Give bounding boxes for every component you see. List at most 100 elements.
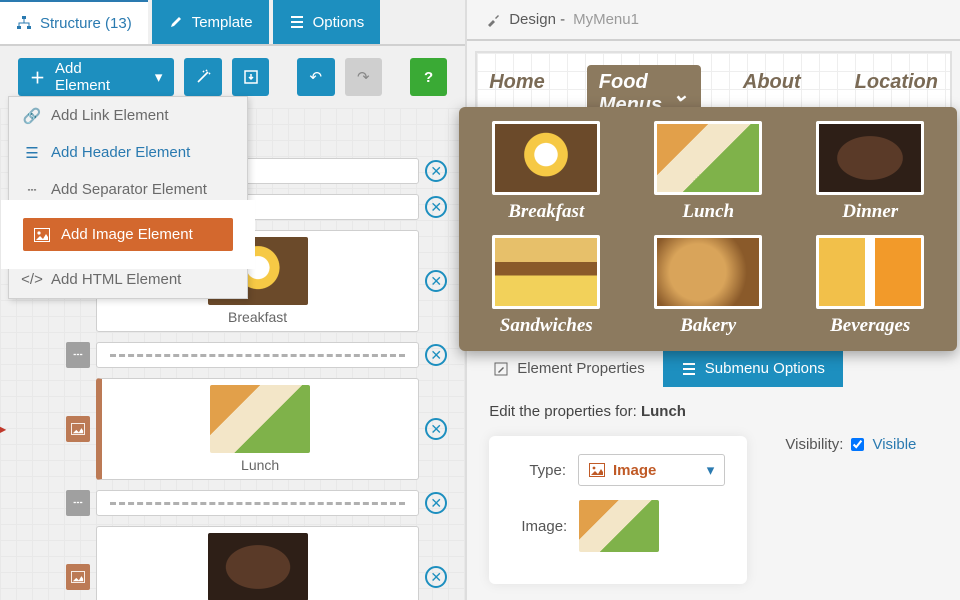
mega-caption: Dinner — [842, 201, 898, 223]
dd-add-link-label: Add Link Element — [51, 107, 169, 124]
dd-add-separator[interactable]: ┄ Add Separator Element — [9, 171, 247, 208]
left-toolbar: ＋ Add Element ▾ ↶ ↷ ? — [0, 46, 465, 108]
tab-options[interactable]: Options — [273, 0, 381, 44]
structure-row-lunch[interactable]: ▶ Lunch ✕ — [66, 378, 447, 480]
separator-type-icon: ┄ — [66, 490, 90, 516]
structure-placeholder — [229, 194, 419, 220]
properties-panel: Edit the properties for: Lunch Type: Ima… — [467, 387, 960, 600]
delete-button[interactable]: ✕ — [425, 344, 447, 366]
help-button[interactable]: ? — [410, 58, 447, 96]
delete-button[interactable]: ✕ — [425, 418, 447, 440]
tab-structure-label: Structure (13) — [40, 15, 132, 32]
mega-caption: Breakfast — [508, 201, 584, 223]
structure-card — [96, 490, 419, 516]
redo-icon: ↷ — [357, 68, 370, 86]
link-icon: 🔗 — [23, 108, 41, 124]
brush-icon — [168, 14, 184, 30]
delete-button[interactable]: ✕ — [425, 492, 447, 514]
mega-item-sandwiches[interactable]: Sandwiches — [465, 235, 627, 337]
visibility-checkbox[interactable] — [851, 438, 864, 451]
properties-lead: Edit the properties for: Lunch — [489, 403, 938, 420]
structure-label: Breakfast — [228, 309, 287, 325]
code-icon: </> — [23, 272, 41, 288]
left-panel: Structure (13) Template Options ＋ Add El… — [0, 0, 467, 600]
structure-card: Dinner — [96, 526, 419, 600]
image-label: Image: — [511, 518, 567, 535]
wand-button[interactable] — [184, 58, 221, 96]
tab-submenu-options[interactable]: Submenu Options — [663, 350, 843, 387]
properties-card: Type: Image ▾ Image: — [489, 436, 747, 584]
structure-row-separator[interactable]: ┄ ✕ — [66, 490, 447, 516]
dd-add-separator-label: Add Separator Element — [51, 181, 207, 198]
mega-thumb — [492, 235, 600, 309]
structure-placeholder — [229, 158, 419, 184]
tab-design[interactable]: Design - MyMenu1 — [467, 0, 657, 39]
chevron-down-icon: ⌄ — [672, 82, 689, 107]
tab-options-label: Options — [313, 14, 365, 31]
mega-menu: Breakfast Lunch Dinner Sandwiches Bakery — [459, 107, 957, 351]
tab-element-properties[interactable]: Element Properties — [475, 350, 663, 387]
dd-add-link[interactable]: 🔗 Add Link Element — [9, 97, 247, 134]
thumbnail-dinner — [208, 533, 308, 600]
thumbnail-lunch — [210, 385, 310, 453]
mega-thumb — [492, 121, 600, 195]
mega-caption: Sandwiches — [500, 315, 593, 337]
dd-add-header[interactable]: ☰ Add Header Element — [9, 134, 247, 171]
tab-submenu-options-label: Submenu Options — [705, 360, 825, 377]
redo-button[interactable]: ↷ — [345, 58, 382, 96]
tools-icon — [485, 12, 501, 28]
list-icon — [681, 361, 697, 377]
mega-caption: Beverages — [830, 315, 910, 337]
sitemap-icon — [16, 15, 32, 31]
structure-card: Lunch — [96, 378, 419, 480]
mega-item-beverages[interactable]: Beverages — [789, 235, 951, 337]
dd-add-html-label: Add HTML Element — [51, 271, 181, 288]
type-label: Type: — [511, 462, 566, 479]
header-lines-icon: ☰ — [23, 145, 41, 161]
image-icon — [589, 463, 605, 477]
mega-item-bakery[interactable]: Bakery — [627, 235, 789, 337]
tab-structure[interactable]: Structure (13) — [0, 0, 148, 44]
structure-label: Lunch — [241, 457, 279, 473]
image-icon — [33, 227, 51, 243]
tab-template-label: Template — [192, 14, 253, 31]
property-tabs: Element Properties Submenu Options — [475, 350, 952, 387]
undo-button[interactable]: ↶ — [297, 58, 334, 96]
plus-icon: ＋ — [30, 67, 45, 88]
mega-item-dinner[interactable]: Dinner — [789, 121, 951, 223]
import-icon — [243, 69, 259, 85]
delete-button[interactable]: ✕ — [425, 196, 447, 218]
mega-item-lunch[interactable]: Lunch — [627, 121, 789, 223]
delete-button[interactable]: ✕ — [425, 566, 447, 588]
separator-icon: ┄ — [23, 182, 41, 198]
separator-type-icon: ┄ — [66, 342, 90, 368]
structure-row-separator[interactable]: ┄ ✕ — [66, 342, 447, 368]
right-tabs: Design - MyMenu1 — [467, 0, 960, 41]
mega-thumb — [816, 121, 924, 195]
design-preview: Home Food Menus ⌄ About Location Breakfa… — [475, 51, 952, 342]
right-panel: Design - MyMenu1 Home Food Menus ⌄ About… — [467, 0, 960, 600]
import-button[interactable] — [232, 58, 269, 96]
type-value: Image — [613, 462, 656, 479]
tab-design-label: Design - — [509, 11, 565, 28]
structure-row-dinner[interactable]: Dinner ✕ — [66, 526, 447, 600]
caret-down-icon: ▾ — [155, 68, 163, 86]
dd-add-html[interactable]: </> Add HTML Element — [9, 261, 247, 298]
dd-add-image[interactable]: Add Image Element — [9, 208, 247, 261]
delete-button[interactable]: ✕ — [425, 270, 447, 292]
edit-icon — [493, 361, 509, 377]
undo-icon: ↶ — [310, 68, 323, 86]
add-element-button[interactable]: ＋ Add Element ▾ — [18, 58, 174, 96]
tab-template[interactable]: Template — [152, 0, 269, 44]
properties-lead-item: Lunch — [641, 403, 686, 420]
visibility-link[interactable]: Visible — [872, 436, 916, 453]
image-preview[interactable] — [579, 500, 659, 552]
prop-type-row: Type: Image ▾ — [511, 454, 725, 486]
type-select[interactable]: Image ▾ — [578, 454, 725, 486]
mega-caption: Bakery — [680, 315, 736, 337]
caret-down-icon: ▾ — [707, 461, 715, 479]
mega-item-breakfast[interactable]: Breakfast — [465, 121, 627, 223]
delete-button[interactable]: ✕ — [425, 160, 447, 182]
prop-image-row: Image: — [511, 500, 725, 552]
tab-element-properties-label: Element Properties — [517, 360, 645, 377]
